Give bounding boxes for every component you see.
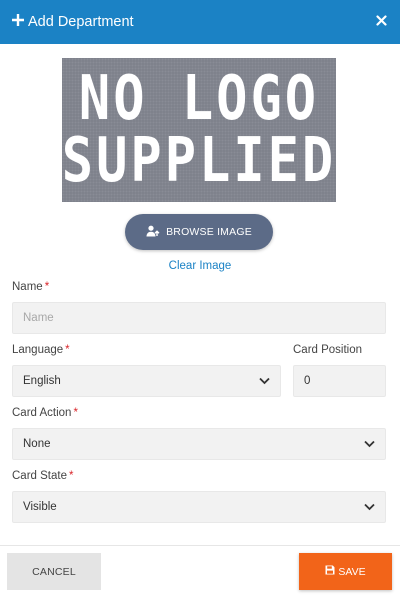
- browse-image-button[interactable]: BROWSE IMAGE: [125, 214, 273, 250]
- card-position-label: Card Position: [293, 344, 363, 356]
- chevron-down-icon: [364, 503, 375, 511]
- chevron-down-icon: [259, 377, 270, 385]
- language-label: Language *: [12, 344, 70, 356]
- cancel-button[interactable]: CANCEL: [7, 553, 101, 590]
- required-mark: *: [44, 281, 50, 293]
- logo-text-line-2: SUPPLIED: [61, 125, 337, 197]
- user-upload-icon: [146, 225, 160, 240]
- save-button[interactable]: SAVE: [299, 553, 392, 590]
- dialog-title: Add Department: [28, 14, 134, 30]
- logo-preview: NO LOGO SUPPLIED: [62, 58, 336, 202]
- browse-image-label: BROWSE IMAGE: [166, 226, 252, 238]
- card-action-label: Card Action *: [12, 407, 78, 419]
- name-label: Name *: [12, 281, 50, 293]
- save-icon: [325, 565, 335, 578]
- close-icon[interactable]: [376, 14, 387, 30]
- required-mark: *: [73, 407, 78, 419]
- required-mark: *: [68, 470, 74, 482]
- footer-divider: [0, 545, 400, 546]
- card-state-value: Visible: [23, 501, 57, 513]
- name-input[interactable]: Name: [12, 302, 386, 334]
- card-state-label: Card State *: [12, 470, 74, 482]
- clear-image-link[interactable]: Clear Image: [0, 260, 400, 272]
- required-mark: *: [65, 344, 70, 356]
- language-value: English: [23, 375, 61, 387]
- dialog-title-group: Add Department: [11, 13, 134, 31]
- save-label: SAVE: [338, 565, 366, 578]
- card-action-value: None: [23, 438, 51, 450]
- language-select[interactable]: English: [12, 365, 281, 397]
- card-action-select[interactable]: None: [12, 428, 386, 460]
- plus-icon: [11, 13, 25, 31]
- dialog-header: Add Department: [0, 0, 400, 44]
- card-state-select[interactable]: Visible: [12, 491, 386, 523]
- chevron-down-icon: [364, 440, 375, 448]
- card-position-input[interactable]: 0: [293, 365, 386, 397]
